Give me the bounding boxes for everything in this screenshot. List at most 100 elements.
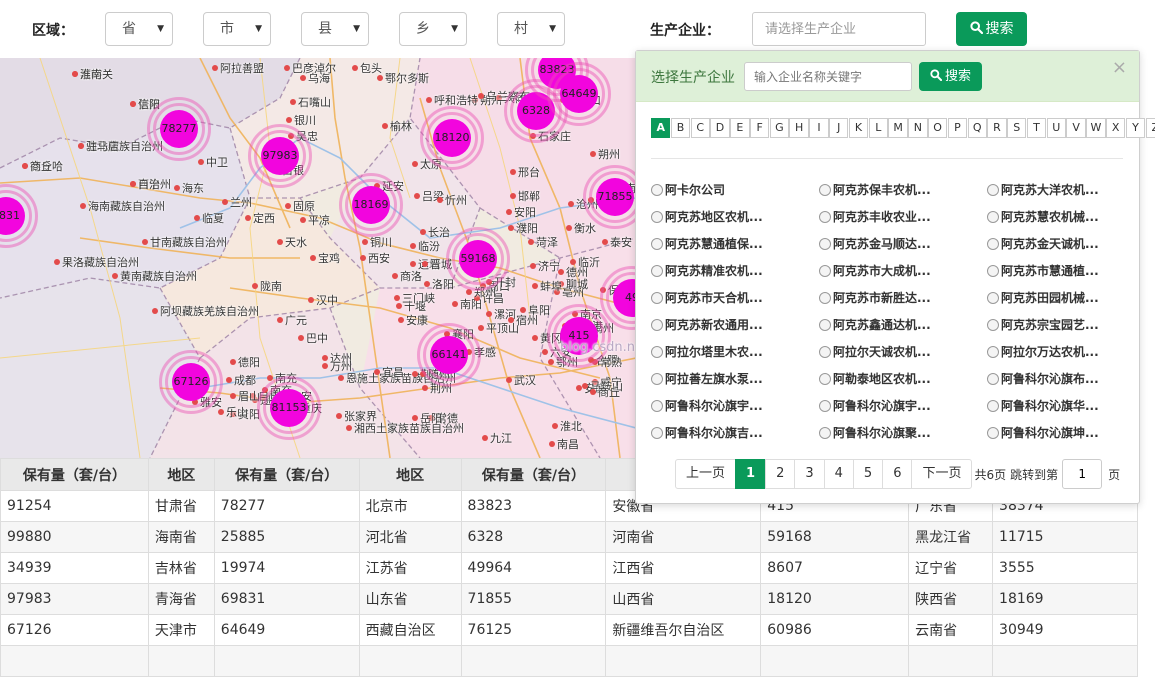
letter-filter-q[interactable]: Q <box>967 118 987 138</box>
company-option[interactable]: 阿克苏精准农机... <box>651 262 819 280</box>
letter-filter-f[interactable]: F <box>749 118 770 138</box>
radio-button[interactable] <box>651 265 663 277</box>
village-select[interactable]: 村 ▼ <box>497 12 565 46</box>
company-option[interactable]: 阿克苏丰收农业... <box>819 208 987 226</box>
letter-filter-o[interactable]: O <box>927 118 948 138</box>
company-option[interactable]: 阿克苏市大成机... <box>819 262 987 280</box>
company-option[interactable]: 阿鲁科尔沁旗聚... <box>819 424 987 442</box>
radio-button[interactable] <box>987 427 999 439</box>
company-option[interactable]: 阿拉善左旗水泵... <box>651 370 819 388</box>
radio-button[interactable] <box>819 292 831 304</box>
radio-button[interactable] <box>987 184 999 196</box>
radio-button[interactable] <box>819 427 831 439</box>
letter-filter-x[interactable]: X <box>1105 118 1126 138</box>
letter-filter-t[interactable]: T <box>1026 118 1047 138</box>
company-option[interactable]: 阿鲁科尔沁旗吉... <box>651 424 819 442</box>
page-button-1[interactable]: 1 <box>735 459 767 489</box>
letter-filter-d[interactable]: D <box>710 118 730 138</box>
letter-filter-h[interactable]: H <box>789 118 809 138</box>
letter-filter-v[interactable]: V <box>1066 118 1086 138</box>
company-option[interactable]: 阿鲁科尔沁旗宇... <box>819 397 987 415</box>
radio-button[interactable] <box>819 238 831 250</box>
company-option[interactable]: 阿克苏市新胜达... <box>819 289 987 307</box>
letter-filter-n[interactable]: N <box>908 118 928 138</box>
page-button-4[interactable]: 4 <box>823 459 854 489</box>
company-option[interactable]: 阿克苏金天诚机... <box>987 235 1137 253</box>
radio-button[interactable] <box>987 292 999 304</box>
jump-page-input[interactable] <box>1062 459 1103 489</box>
radio-button[interactable] <box>651 373 663 385</box>
radio-button[interactable] <box>987 346 999 358</box>
radio-button[interactable] <box>819 265 831 277</box>
company-option[interactable]: 阿克苏鑫通达机... <box>819 316 987 334</box>
county-select[interactable]: 县 ▼ <box>301 12 369 46</box>
letter-filter-z[interactable]: Z <box>1145 118 1155 138</box>
company-option[interactable]: 阿克苏宗宝园艺... <box>987 316 1137 334</box>
letter-filter-a[interactable]: A <box>651 118 671 138</box>
radio-button[interactable] <box>651 427 663 439</box>
township-select[interactable]: 乡 ▼ <box>399 12 467 46</box>
company-option[interactable]: 阿鲁科尔沁旗宇... <box>651 397 819 415</box>
radio-button[interactable] <box>819 211 831 223</box>
radio-button[interactable] <box>987 238 999 250</box>
letter-filter-j[interactable]: J <box>829 118 849 138</box>
letter-filter-i[interactable]: I <box>809 118 829 138</box>
company-option[interactable]: 阿鲁科尔沁旗布... <box>987 370 1137 388</box>
company-option[interactable]: 阿鲁科尔沁旗华... <box>987 397 1137 415</box>
letter-filter-b[interactable]: B <box>670 118 691 138</box>
company-option[interactable]: 阿克苏市天合机... <box>651 289 819 307</box>
letter-filter-k[interactable]: K <box>848 118 869 138</box>
prev-page-button[interactable]: 上一页 <box>675 459 737 489</box>
company-option[interactable]: 阿拉尔万达农机... <box>987 343 1137 361</box>
radio-button[interactable] <box>819 184 831 196</box>
company-option[interactable]: 阿鲁科尔沁旗坤... <box>987 424 1137 442</box>
radio-button[interactable] <box>651 292 663 304</box>
company-input[interactable] <box>752 12 926 46</box>
company-option[interactable]: 阿克苏田园机械... <box>987 289 1137 307</box>
close-icon[interactable]: × <box>1112 57 1127 78</box>
radio-button[interactable] <box>651 238 663 250</box>
letter-filter-y[interactable]: Y <box>1125 118 1146 138</box>
page-button-5[interactable]: 5 <box>852 459 884 489</box>
radio-button[interactable] <box>819 346 831 358</box>
company-option[interactable]: 阿克苏大洋农机... <box>987 181 1137 199</box>
letter-filter-m[interactable]: M <box>888 118 908 138</box>
company-option[interactable]: 阿勒泰地区农机... <box>819 370 987 388</box>
letter-filter-r[interactable]: R <box>987 118 1007 138</box>
radio-button[interactable] <box>987 265 999 277</box>
company-option[interactable]: 阿拉尔塔里木农... <box>651 343 819 361</box>
radio-button[interactable] <box>651 184 663 196</box>
page-button-6[interactable]: 6 <box>882 459 913 489</box>
dialog-search-button[interactable]: 搜索 <box>919 62 982 91</box>
page-button-2[interactable]: 2 <box>765 459 796 489</box>
city-select[interactable]: 市 ▼ <box>203 12 271 46</box>
company-option[interactable]: 阿克苏新农通用... <box>651 316 819 334</box>
letter-filter-p[interactable]: P <box>947 118 968 138</box>
letter-filter-c[interactable]: C <box>690 118 710 138</box>
company-option[interactable]: 阿克苏保丰农机... <box>819 181 987 199</box>
letter-filter-s[interactable]: S <box>1007 118 1027 138</box>
radio-button[interactable] <box>987 319 999 331</box>
cluster-map[interactable]: 嘉峪关 张掖 海北藏族自治州 德令哈 西宁 海东 海南藏族自治州 兰州 临夏 定西 白银 固原 平凉 中卫… <box>0 58 636 458</box>
letter-filter-w[interactable]: W <box>1086 118 1106 138</box>
company-option[interactable]: 阿拉尔天诚农机... <box>819 343 987 361</box>
radio-button[interactable] <box>819 400 831 412</box>
search-button[interactable]: 搜索 <box>956 12 1027 46</box>
letter-filter-u[interactable]: U <box>1046 118 1067 138</box>
company-option[interactable]: 阿克苏慧通植保... <box>651 235 819 253</box>
radio-button[interactable] <box>651 400 663 412</box>
radio-button[interactable] <box>987 400 999 412</box>
company-option[interactable]: 阿克苏金马顺达... <box>819 235 987 253</box>
company-option[interactable]: 阿克苏地区农机... <box>651 208 819 226</box>
province-select[interactable]: 省 ▼ <box>105 12 173 46</box>
radio-button[interactable] <box>987 211 999 223</box>
company-keyword-input[interactable] <box>744 62 912 91</box>
next-page-button[interactable]: 下一页 <box>911 459 973 489</box>
letter-filter-l[interactable]: L <box>868 118 888 138</box>
radio-button[interactable] <box>987 373 999 385</box>
letter-filter-g[interactable]: G <box>769 118 790 138</box>
company-option[interactable]: 阿克苏慧农机械... <box>987 208 1137 226</box>
radio-button[interactable] <box>651 346 663 358</box>
letter-filter-e[interactable]: E <box>730 118 750 138</box>
company-option[interactable]: 阿克苏市慧通植... <box>987 262 1137 280</box>
